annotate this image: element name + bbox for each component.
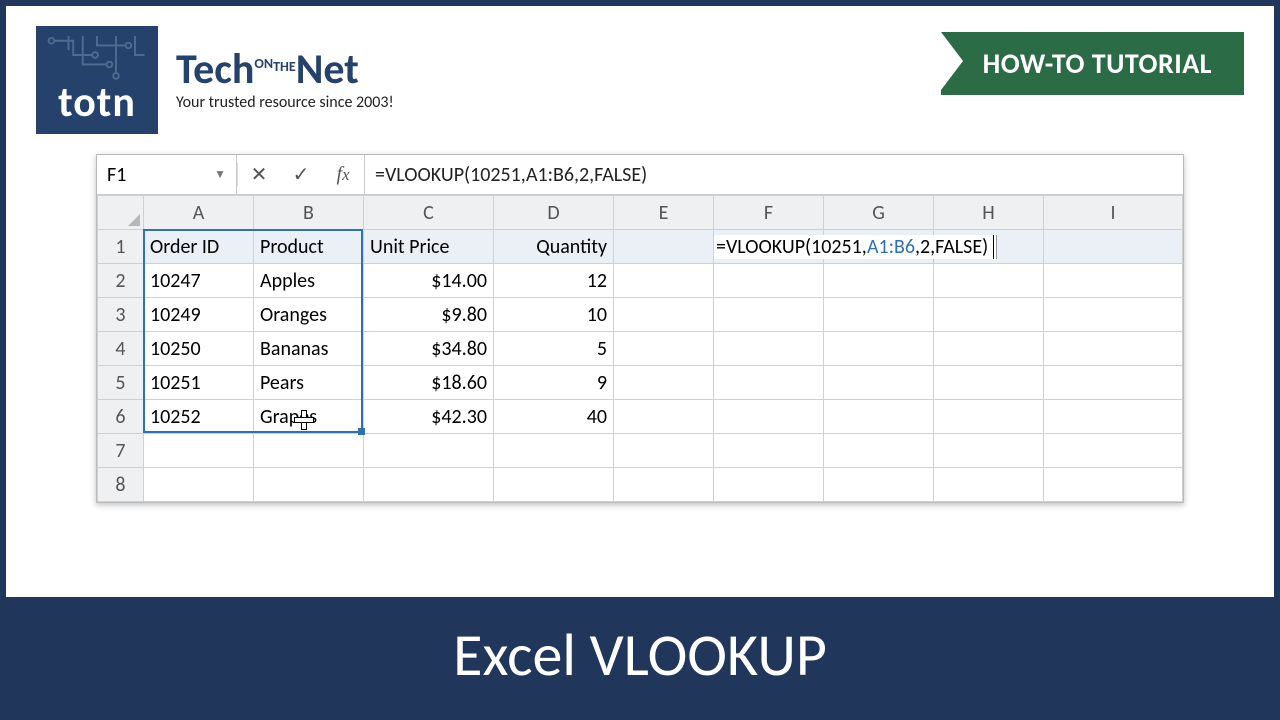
cell[interactable]: 10247 [144, 264, 254, 298]
col-header[interactable]: G [824, 196, 934, 230]
cell[interactable]: 10249 [144, 298, 254, 332]
cell[interactable]: 10250 [144, 332, 254, 366]
cell[interactable]: $42.30 [364, 400, 494, 434]
name-box[interactable]: F1 ▼ [97, 155, 237, 194]
row-header[interactable]: 3 [98, 298, 144, 332]
cell[interactable] [1044, 230, 1183, 264]
row-header[interactable]: 4 [98, 332, 144, 366]
cell[interactable]: $34.80 [364, 332, 494, 366]
cell[interactable]: Apples [254, 264, 364, 298]
cell[interactable]: Order ID [144, 230, 254, 264]
active-cell[interactable]: =VLOOKUP(10251,A1:B6,2,FALSE) [714, 230, 824, 264]
cell[interactable] [614, 230, 714, 264]
insert-function-icon[interactable]: fx [322, 163, 364, 186]
col-header[interactable]: I [1044, 196, 1183, 230]
brand-title: TechONTHENet [176, 49, 394, 91]
row-header[interactable]: 8 [98, 468, 144, 502]
name-box-value: F1 [107, 163, 126, 187]
col-header[interactable]: A [144, 196, 254, 230]
howto-label: HOW-TO TUTORIAL [941, 32, 1244, 95]
col-header[interactable]: F [714, 196, 824, 230]
select-all-corner[interactable] [98, 196, 144, 230]
row-header[interactable]: 6 [98, 400, 144, 434]
col-header[interactable]: H [934, 196, 1044, 230]
cell[interactable]: 40 [494, 400, 614, 434]
col-header[interactable]: E [614, 196, 714, 230]
cancel-formula-icon[interactable]: ✕ [238, 162, 280, 187]
col-header[interactable]: D [494, 196, 614, 230]
cell[interactable]: Oranges [254, 298, 364, 332]
cell[interactable]: 10 [494, 298, 614, 332]
page-title: Excel VLOOKUP [6, 597, 1274, 714]
howto-banner: HOW-TO TUTORIAL [941, 26, 1244, 95]
brand-logo: totn TechONTHENet Your trusted resource … [36, 26, 394, 134]
totn-badge-text: totn [58, 77, 136, 128]
excel-panel: F1 ▼ ✕ ✓ fx =VLOOKUP(10251,A1:B6,2,FALSE… [96, 154, 1184, 503]
col-header[interactable]: C [364, 196, 494, 230]
row-header[interactable]: 5 [98, 366, 144, 400]
brand-tagline: Your trusted resource since 2003! [176, 95, 394, 111]
col-header[interactable]: B [254, 196, 364, 230]
row-header[interactable]: 7 [98, 434, 144, 468]
formula-bar-value: =VLOOKUP(10251,A1:B6,2,FALSE) [375, 163, 647, 187]
cell[interactable]: $18.60 [364, 366, 494, 400]
cell[interactable]: Product [254, 230, 364, 264]
cell[interactable]: 10251 [144, 366, 254, 400]
row-header[interactable]: 2 [98, 264, 144, 298]
cell[interactable]: Unit Price [364, 230, 494, 264]
cell[interactable]: $14.00 [364, 264, 494, 298]
cell[interactable]: Pears [254, 366, 364, 400]
formula-bar[interactable]: =VLOOKUP(10251,A1:B6,2,FALSE) [365, 155, 1183, 194]
spreadsheet-grid[interactable]: A B C D E F G H I 1 Order ID Product Uni… [97, 195, 1183, 502]
accept-formula-icon[interactable]: ✓ [280, 162, 322, 187]
cell[interactable]: 10252 [144, 400, 254, 434]
name-box-dropdown-icon[interactable]: ▼ [214, 167, 226, 182]
cell[interactable]: 12 [494, 264, 614, 298]
row-header[interactable]: 1 [98, 230, 144, 264]
cell[interactable]: Bananas [254, 332, 364, 366]
cell[interactable]: Quantity [494, 230, 614, 264]
cell[interactable]: 9 [494, 366, 614, 400]
cell[interactable]: Grapes [254, 400, 364, 434]
totn-badge: totn [36, 26, 158, 134]
cell[interactable]: 5 [494, 332, 614, 366]
cell[interactable]: $9.80 [364, 298, 494, 332]
